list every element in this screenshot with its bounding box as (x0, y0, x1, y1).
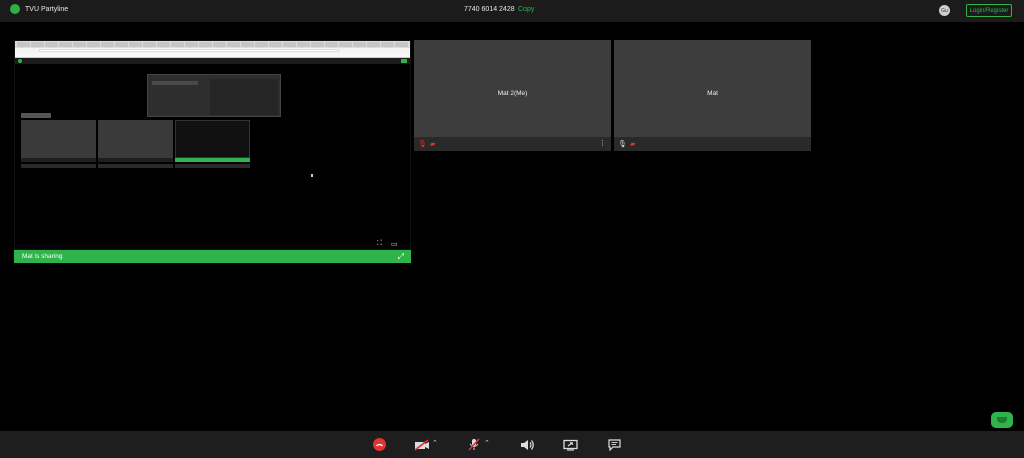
chat-button[interactable] (608, 438, 621, 451)
participant-tile-mat[interactable]: Mat 🎙 ▰ (614, 40, 811, 151)
mic-muted-icon: 🎙 (618, 141, 627, 148)
app-name: TVU Partyline (25, 5, 69, 13)
mic-muted-icon: 🎙 (418, 141, 427, 148)
hangup-icon (373, 438, 386, 451)
shared-browser-tabs (15, 41, 410, 48)
shared-tile-1 (21, 120, 96, 158)
tvu-logo-icon (10, 4, 20, 14)
user-avatar[interactable]: Gu (939, 5, 950, 16)
brand: TVU Partyline (10, 4, 68, 14)
picture-in-picture-icon[interactable]: ▭ (391, 240, 398, 248)
participant-name: Mat 2(Me) (497, 90, 528, 97)
screen-share-panel: ⛶ ▭ Mat is sharing ⤢ (14, 40, 411, 263)
share-status-bar: Mat is sharing ⤢ (14, 250, 411, 263)
camera-options-caret[interactable]: ⌃ (432, 439, 438, 447)
screen-share-button[interactable] (563, 438, 578, 451)
mic-options-caret[interactable]: ⌃ (484, 439, 490, 447)
shared-screen-view: ⛶ ▭ (14, 40, 411, 250)
mic-toggle-button[interactable] (468, 438, 480, 451)
copy-meeting-id-button[interactable]: Copy (518, 6, 534, 13)
more-options-icon[interactable]: ⋮ (599, 139, 606, 147)
camera-off-icon: ▰ (630, 141, 636, 148)
shared-dialog (147, 74, 281, 117)
participant-tile-footer: 🎙 ▰ ⋮ (414, 137, 611, 151)
camera-off-icon: ▰ (430, 141, 436, 148)
support-chat-button[interactable] (991, 412, 1013, 428)
chat-bot-icon (997, 417, 1007, 423)
participant-tile-self[interactable]: Mat 2(Me) 🎙 ▰ ⋮ (414, 40, 611, 151)
shared-tile-3 (175, 120, 250, 158)
control-bar: ⌃ ⌃ (0, 431, 1024, 458)
chat-icon (608, 438, 621, 451)
screen-share-icon (563, 439, 578, 451)
speaker-button[interactable] (520, 438, 535, 451)
fullscreen-icon[interactable]: ⛶ (377, 240, 382, 248)
speaker-icon (521, 439, 534, 450)
top-bar: TVU Partyline 7740 6014 2428 Copy Gu Log… (0, 0, 1024, 22)
login-register-button[interactable]: Login/Register (966, 4, 1012, 17)
meeting-id: 7740 6014 2428 (464, 6, 515, 13)
mic-off-icon (468, 438, 480, 451)
expand-share-icon[interactable]: ⤢ (398, 252, 404, 262)
shared-app-body (15, 64, 410, 244)
participant-name: Mat (707, 90, 718, 97)
camera-off-icon (414, 438, 429, 451)
participant-tile-footer: 🎙 ▰ (614, 137, 811, 151)
shared-tile-2 (98, 120, 173, 158)
hangup-button[interactable] (373, 438, 386, 451)
camera-toggle-button[interactable] (414, 438, 430, 451)
share-status-label: Mat is sharing (22, 253, 63, 260)
